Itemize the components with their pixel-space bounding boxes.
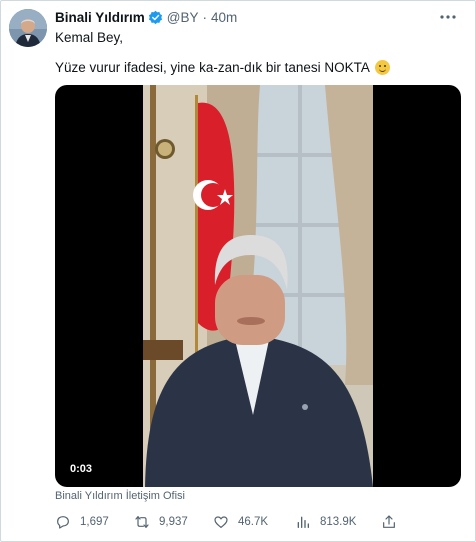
share-button[interactable]: [381, 514, 406, 530]
retweet-count: 9,937: [159, 516, 188, 528]
tweet-time[interactable]: 40m: [211, 10, 237, 25]
views-chart-icon: [297, 516, 309, 528]
tweet-text-line-2-text: Yüze vurur ifadesi, yine ka-zan-dık bir …: [55, 60, 370, 75]
author-handle[interactable]: @BY: [167, 10, 199, 25]
author-name[interactable]: Binali Yıldırım: [55, 10, 145, 25]
video-player[interactable]: 0:03: [55, 85, 461, 487]
like-count: 46.7K: [238, 516, 269, 528]
retweet-button[interactable]: 9,937: [134, 514, 188, 530]
tweet-header: Binali Yıldırım @BY · 40m: [55, 10, 237, 25]
avatar[interactable]: [9, 9, 47, 47]
video-source-label[interactable]: Binali Yıldırım İletişim Ofisi: [55, 490, 185, 502]
heart-icon: [214, 516, 228, 528]
share-icon: [383, 515, 395, 528]
smiling-face-emoji-icon: [374, 60, 390, 75]
action-bar: 1,697 9,937 46.7K 813.9K: [55, 514, 465, 534]
retweet-icon: [135, 516, 149, 528]
separator-dot: ·: [202, 10, 208, 25]
tweet-text-line-2: Yüze vurur ifadesi, yine ka-zan-dık bir …: [55, 60, 390, 75]
reply-icon: [57, 516, 69, 529]
like-button[interactable]: 46.7K: [213, 514, 268, 530]
verified-badge-icon: [148, 10, 163, 25]
video-duration: 0:03: [65, 461, 98, 477]
views-button[interactable]: 813.9K: [295, 514, 356, 530]
tweet-text-line-1: Kemal Bey,: [55, 30, 124, 45]
reply-button[interactable]: 1,697: [55, 514, 109, 530]
tweet-card[interactable]: Binali Yıldırım @BY · 40m Kemal Bey, Yüz…: [0, 0, 476, 542]
reply-count: 1,697: [80, 516, 109, 528]
more-dots-icon[interactable]: [439, 7, 457, 24]
views-count: 813.9K: [320, 516, 357, 528]
video-frame: [143, 85, 373, 487]
